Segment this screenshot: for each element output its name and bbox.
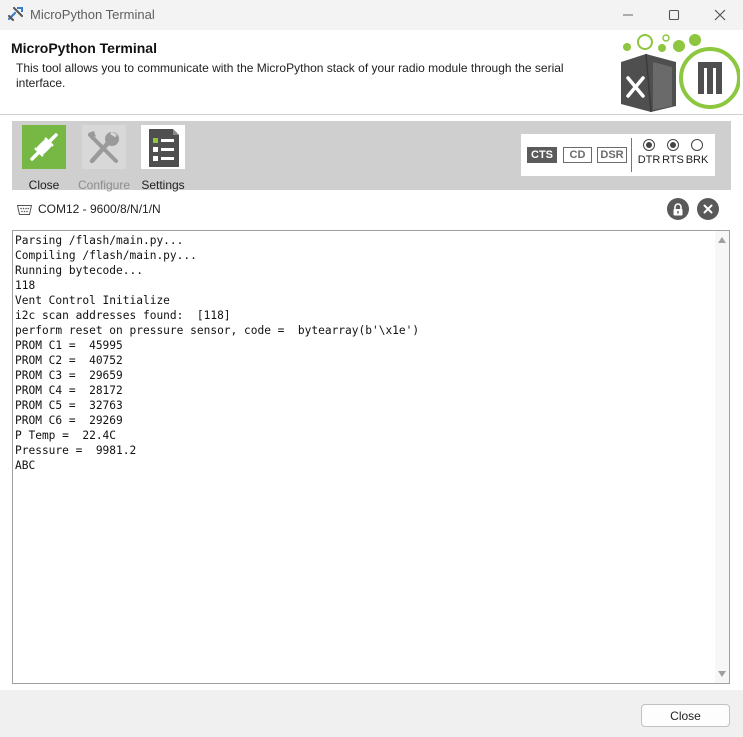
configure-label: Configure (77, 178, 131, 192)
app-icon (7, 6, 24, 22)
terminal-line: Pressure = 9981.2 (15, 444, 137, 457)
close-label: Close (28, 178, 60, 192)
footer-close-button[interactable]: Close (641, 704, 730, 727)
terminal-line: PROM C1 = 45995 (15, 339, 123, 352)
toolbar: Close Configure Settings CTS CD DSR DTR … (12, 121, 731, 192)
terminal-line: P Temp = 22.4C (15, 429, 117, 442)
close-connection-button[interactable]: Close (14, 125, 74, 192)
terminal-line: Compiling /flash/main.py... (15, 249, 197, 262)
lock-icon (673, 202, 683, 215)
maximize-icon (668, 9, 680, 21)
header-description: This tool allows you to communicate with… (16, 61, 564, 90)
terminal-line: Vent Control Initialize (15, 294, 170, 307)
scroll-up-icon[interactable] (718, 237, 726, 243)
terminal-line: PROM C3 = 29659 (15, 369, 123, 382)
terminal-line: PROM C4 = 28172 (15, 384, 123, 397)
rts-radio[interactable] (667, 139, 679, 151)
window-title: MicroPython Terminal (30, 7, 155, 22)
clear-button[interactable] (697, 198, 719, 220)
terminal-line: ABC (15, 459, 36, 472)
terminal-console[interactable]: Parsing /flash/main.py... Compiling /fla… (12, 230, 730, 684)
window-close-button[interactable] (697, 0, 743, 30)
dsr-indicator: DSR (597, 147, 627, 163)
tools-icon (82, 125, 126, 169)
scroll-down-icon[interactable] (718, 671, 726, 677)
terminal-line: PROM C6 = 29269 (15, 414, 123, 427)
terminal-line: perform reset on pressure sensor, code =… (15, 324, 420, 337)
header-title: MicroPython Terminal (11, 40, 157, 56)
terminal-line: i2c scan addresses found: [118] (15, 309, 231, 322)
header-panel: MicroPython Terminal This tool allows yo… (0, 30, 743, 115)
lock-button[interactable] (667, 198, 689, 220)
port-label: COM12 - 9600/8/N/1/N (38, 202, 161, 216)
terminal-output[interactable]: Parsing /flash/main.py... Compiling /fla… (15, 233, 715, 473)
minimize-button[interactable] (605, 0, 651, 30)
terminal-line: PROM C2 = 40752 (15, 354, 123, 367)
terminal-line: 118 (15, 279, 36, 292)
serial-port-icon (17, 205, 32, 215)
close-circle-icon (703, 204, 713, 214)
configure-button[interactable]: Configure (74, 125, 134, 192)
terminal-line: Parsing /flash/main.py... (15, 234, 184, 247)
close-icon (714, 9, 726, 21)
cd-indicator: CD (563, 147, 592, 163)
micropython-logo (621, 34, 740, 112)
minimize-icon (623, 14, 633, 16)
settings-label: Settings (141, 178, 185, 192)
cts-indicator: CTS (527, 147, 557, 163)
brk-toggle[interactable]: BRK (683, 139, 711, 166)
plug-icon (22, 125, 66, 169)
terminal-line: PROM C5 = 32763 (15, 399, 123, 412)
signal-divider (631, 138, 632, 172)
port-status-row: COM12 - 9600/8/N/1/N (12, 196, 731, 224)
brk-radio[interactable] (691, 139, 703, 151)
brk-label: BRK (685, 154, 709, 166)
checklist-icon (141, 125, 185, 169)
settings-button[interactable]: Settings (133, 125, 193, 192)
maximize-button[interactable] (651, 0, 697, 30)
title-bar: MicroPython Terminal (0, 0, 743, 30)
footer: Close (0, 690, 743, 737)
terminal-line: Running bytecode... (15, 264, 143, 277)
signal-panel: CTS CD DSR DTR RTS BRK (521, 134, 715, 176)
dtr-radio[interactable] (643, 139, 655, 151)
vertical-scrollbar[interactable] (715, 231, 729, 683)
